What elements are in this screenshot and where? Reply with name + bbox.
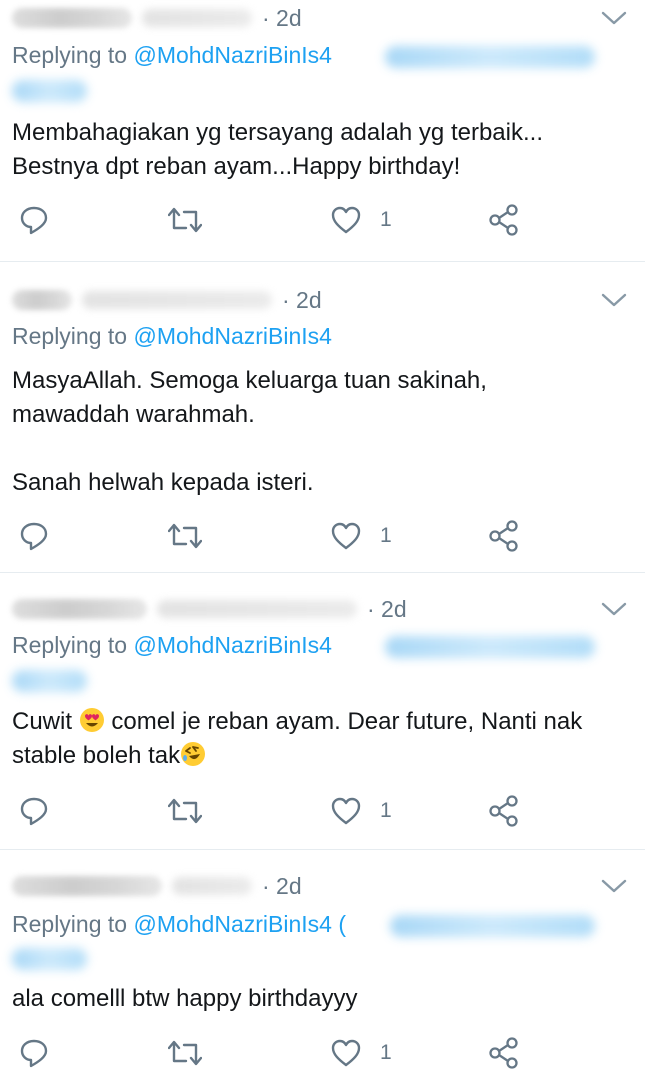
- tweet-text: ala comelll btw happy birthdayyy: [12, 985, 358, 1012]
- replies-feed: · 2d Replying to @MohdNazriBinIs4 Membah…: [0, 0, 645, 1080]
- redacted-mentions[interactable]: [12, 80, 87, 102]
- retweet-button[interactable]: [168, 200, 202, 240]
- reply-button[interactable]: [18, 516, 50, 556]
- tweet-text-part: Cuwit: [12, 708, 79, 735]
- author-handle-redacted: [172, 877, 252, 895]
- like-count: 1: [380, 208, 392, 231]
- author-name-redacted[interactable]: [12, 8, 132, 28]
- rolling-on-floor-laughing-icon: [181, 742, 206, 766]
- author-name-redacted[interactable]: [12, 599, 147, 619]
- reply-header: · 2d: [12, 0, 302, 36]
- smiling-face-with-heart-eyes-icon: [79, 708, 104, 732]
- reply-icon: [20, 797, 48, 826]
- action-bar: 1: [0, 1033, 645, 1073]
- chevron-down-icon[interactable]: [597, 595, 631, 623]
- reply-header: · 2d: [12, 591, 407, 627]
- replying-to: Replying to @MohdNazriBinIs4: [12, 632, 332, 659]
- replying-handle-link[interactable]: @MohdNazriBinIs4: [133, 323, 331, 349]
- chevron-down-icon[interactable]: [597, 286, 631, 314]
- redacted-mentions[interactable]: [390, 915, 595, 937]
- replying-to: Replying to @MohdNazriBinIs4: [12, 323, 332, 350]
- retweet-icon: [168, 798, 202, 824]
- action-bar: 1: [0, 791, 645, 831]
- reply-card-4[interactable]: · 2d Replying to @MohdNazriBinIs4 ( ala …: [0, 850, 645, 1080]
- reply-button[interactable]: [18, 791, 50, 831]
- like-button[interactable]: 1: [330, 516, 392, 556]
- like-button[interactable]: 1: [330, 1033, 392, 1073]
- like-button[interactable]: 1: [330, 200, 392, 240]
- share-button[interactable]: [487, 516, 521, 556]
- replying-prefix: Replying to: [12, 42, 134, 68]
- redacted-mentions[interactable]: [12, 948, 87, 970]
- author-handle-redacted: [142, 9, 252, 27]
- reply-header: · 2d: [12, 282, 322, 318]
- reply-button[interactable]: [18, 200, 50, 240]
- like-button[interactable]: 1: [330, 791, 392, 831]
- replying-to: Replying to @MohdNazriBinIs4 (: [12, 911, 346, 938]
- author-handle-redacted: [82, 291, 272, 309]
- retweet-button[interactable]: [168, 1033, 202, 1073]
- reply-card-1[interactable]: · 2d Replying to @MohdNazriBinIs4 Membah…: [0, 0, 645, 262]
- like-icon: [331, 206, 361, 234]
- share-button[interactable]: [487, 200, 521, 240]
- retweet-button[interactable]: [168, 516, 202, 556]
- author-handle-redacted: [157, 600, 357, 618]
- reply-time: · 2d: [262, 872, 302, 899]
- share-button[interactable]: [487, 1033, 521, 1073]
- reply-card-3[interactable]: · 2d Replying to @MohdNazriBinIs4 Cuwit …: [0, 573, 645, 850]
- like-count: 1: [380, 799, 392, 822]
- replying-suffix: (: [331, 911, 347, 937]
- redacted-mentions[interactable]: [385, 46, 595, 68]
- share-icon: [489, 204, 518, 236]
- reply-time: · 2d: [282, 286, 322, 313]
- action-bar: 1: [0, 516, 645, 556]
- retweet-button[interactable]: [168, 791, 202, 831]
- retweet-icon: [168, 1040, 202, 1066]
- redacted-mentions[interactable]: [12, 670, 87, 692]
- share-icon: [489, 520, 518, 552]
- redacted-mentions[interactable]: [385, 636, 595, 658]
- reply-icon: [20, 206, 48, 235]
- reply-icon: [20, 1039, 48, 1068]
- like-count: 1: [380, 524, 392, 547]
- replying-handle-link[interactable]: @MohdNazriBinIs4: [133, 632, 331, 658]
- reply-time: · 2d: [367, 595, 407, 622]
- reply-header: · 2d: [12, 868, 302, 904]
- retweet-icon: [168, 207, 202, 233]
- replying-to: Replying to @MohdNazriBinIs4: [12, 42, 332, 69]
- like-icon: [331, 522, 361, 550]
- replying-handle-link[interactable]: @MohdNazriBinIs4: [133, 911, 331, 937]
- share-icon: [489, 1037, 518, 1069]
- chevron-down-icon[interactable]: [597, 872, 631, 900]
- replying-prefix: Replying to: [12, 632, 134, 658]
- tweet-text: Membahagiakan yg tersayang adalah yg ter…: [12, 119, 543, 180]
- reply-button[interactable]: [18, 1033, 50, 1073]
- replying-prefix: Replying to: [12, 323, 134, 349]
- author-name-redacted[interactable]: [12, 290, 72, 310]
- tweet-text: MasyaAllah. Semoga keluarga tuan sakinah…: [12, 367, 487, 496]
- share-button[interactable]: [487, 791, 521, 831]
- reply-card-2[interactable]: · 2d Replying to @MohdNazriBinIs4 MasyaA…: [0, 262, 645, 573]
- replying-handle-link[interactable]: @MohdNazriBinIs4: [133, 42, 331, 68]
- replying-prefix: Replying to: [12, 911, 134, 937]
- like-icon: [331, 1039, 361, 1067]
- like-icon: [331, 797, 361, 825]
- reply-icon: [20, 522, 48, 551]
- chevron-down-icon[interactable]: [597, 4, 631, 32]
- like-count: 1: [380, 1041, 392, 1064]
- action-bar: 1: [0, 200, 645, 240]
- share-icon: [489, 795, 518, 827]
- reply-time: · 2d: [262, 4, 302, 31]
- tweet-text: Cuwit comel je reban ayam. Dear future, …: [12, 705, 632, 773]
- retweet-icon: [168, 523, 202, 549]
- author-name-redacted[interactable]: [12, 876, 162, 896]
